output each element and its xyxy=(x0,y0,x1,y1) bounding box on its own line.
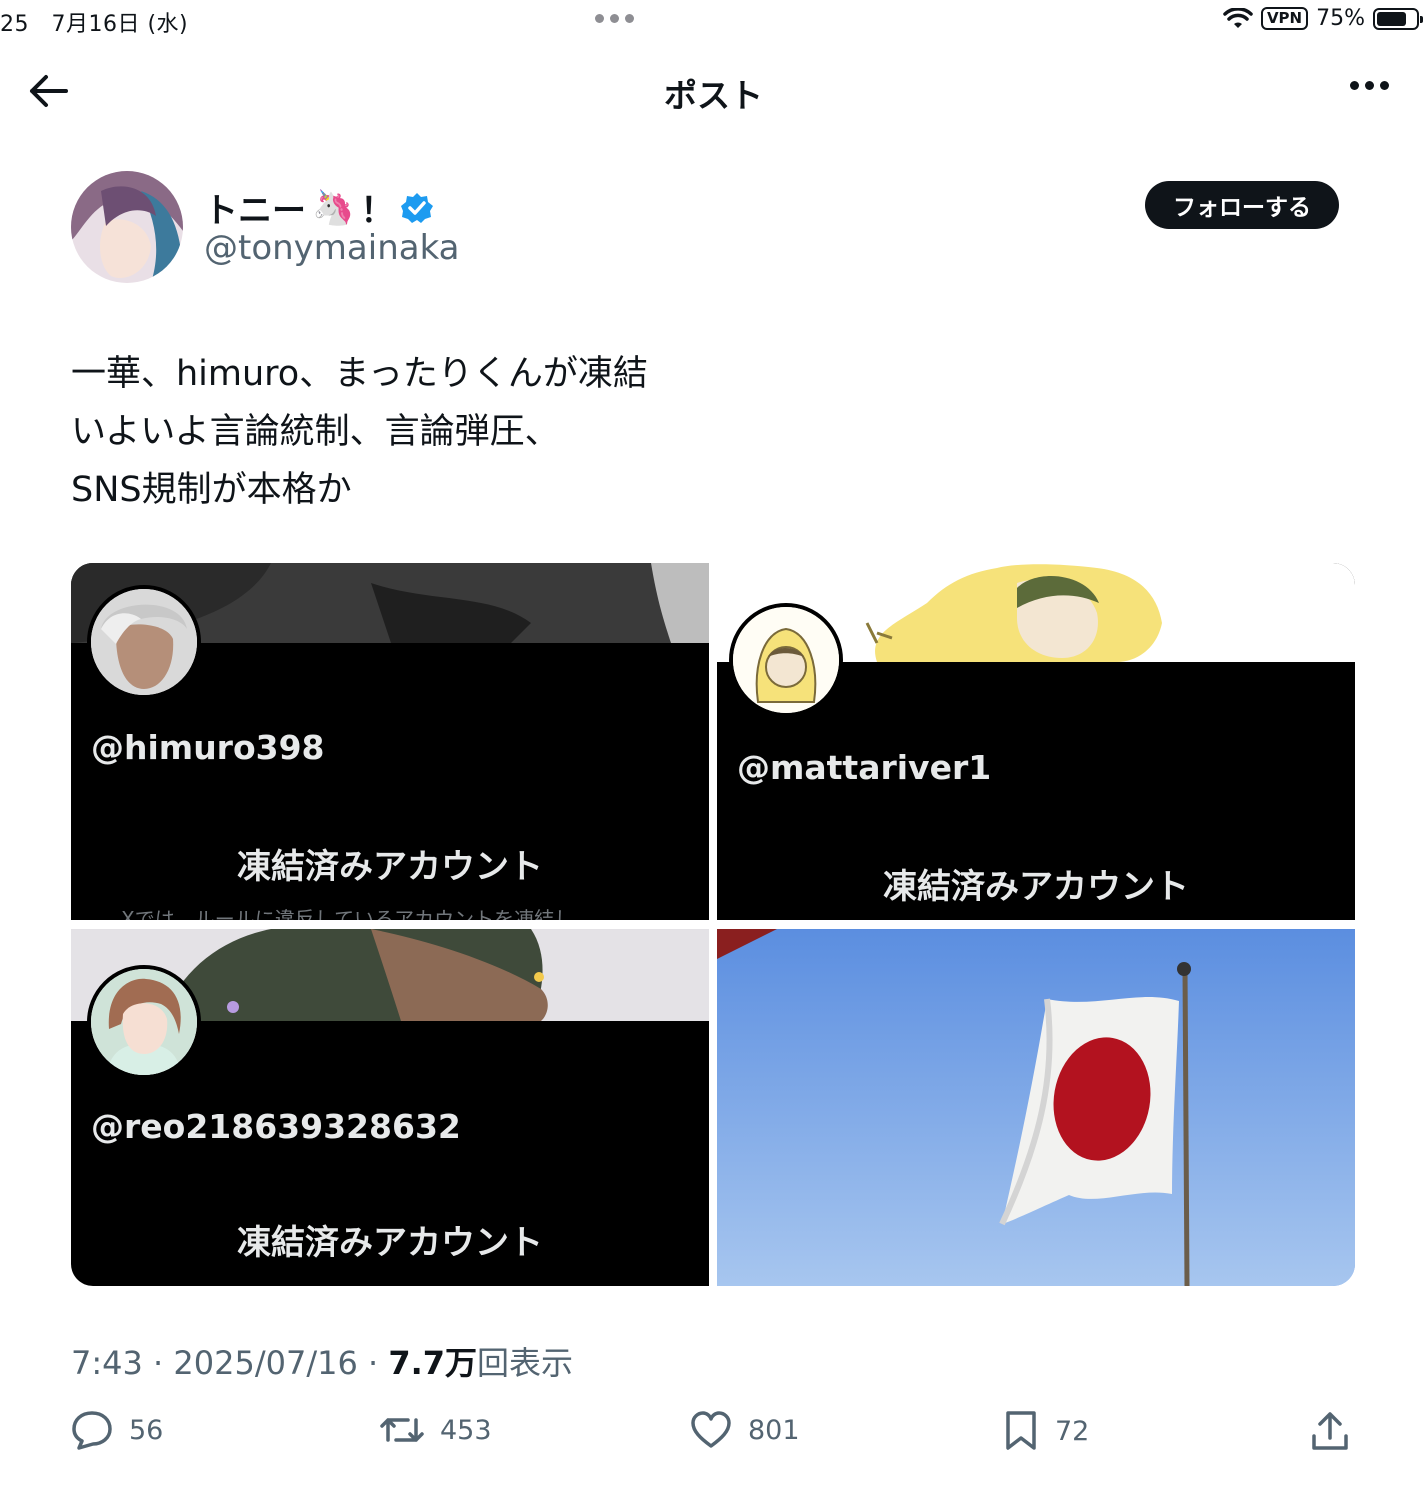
post-text-line: 一華、himuro、まったりくんが凍結 xyxy=(71,354,648,394)
repost-button[interactable]: 453 xyxy=(380,1410,492,1450)
multitasking-dots-icon[interactable] xyxy=(595,14,634,23)
status-time: 25 7月16日 (水) xyxy=(0,12,189,37)
display-name-text: トニー xyxy=(204,191,306,231)
media-grid: @himuro398 凍結済みアカウント Xでは、ルールに違反しているアカウント… xyxy=(71,563,1355,1286)
frozen-subtext: Xでは、ルールに違反しているアカウントを凍結し xyxy=(121,907,575,920)
follow-button[interactable]: フォローする xyxy=(1145,181,1339,229)
verified-badge-icon xyxy=(401,192,434,223)
repost-count: 453 xyxy=(440,1414,492,1446)
page-title: ポスト xyxy=(664,76,763,115)
frozen-handle: @himuro398 xyxy=(91,728,325,767)
repost-icon xyxy=(380,1418,424,1442)
frozen-handle: @mattariver1 xyxy=(737,748,992,787)
post-text-line: いよいよ言論統制、言論弾圧、 xyxy=(71,412,560,452)
action-bar: 56 453 801 72 xyxy=(0,1410,1427,1470)
post-date: 2025/07/16 xyxy=(173,1344,358,1382)
like-count: 801 xyxy=(748,1414,800,1446)
frozen-avatar xyxy=(729,603,843,717)
post-text-line: SNS規制が本格か xyxy=(71,470,352,510)
frozen-avatar xyxy=(87,585,201,699)
author-name[interactable]: トニー 🦄 ！ xyxy=(204,183,434,232)
frozen-label: 凍結済みアカウント xyxy=(237,1223,543,1263)
post-time: 7:43 xyxy=(71,1344,143,1382)
media-image-2[interactable]: @mattariver1 凍結済みアカウント xyxy=(717,563,1355,920)
media-image-3[interactable]: @reo218639328632 凍結済みアカウント xyxy=(71,929,709,1286)
heart-icon xyxy=(691,1411,731,1448)
unicorn-emoji: 🦄 xyxy=(312,187,355,228)
nav-bar: ポスト xyxy=(0,55,1427,125)
wifi-icon xyxy=(1223,7,1253,28)
author-avatar[interactable] xyxy=(71,171,183,283)
share-icon xyxy=(1312,1412,1348,1450)
battery-icon xyxy=(1373,7,1423,30)
author-handle[interactable]: @tonymainaka xyxy=(204,228,460,268)
bookmark-icon xyxy=(1006,1411,1036,1450)
frozen-label: 凍結済みアカウント xyxy=(237,847,543,887)
reply-button[interactable]: 56 xyxy=(71,1410,163,1450)
view-count: 7.7万 xyxy=(388,1344,478,1382)
status-right: VPN 75% xyxy=(1223,6,1423,31)
more-options-button[interactable] xyxy=(1350,81,1389,90)
post-meta: 7:43 · 2025/07/16 · 7.7万回表示 xyxy=(71,1344,574,1382)
share-button[interactable] xyxy=(1310,1410,1350,1452)
reply-icon xyxy=(72,1411,112,1450)
battery-percent: 75% xyxy=(1316,6,1365,31)
frozen-avatar xyxy=(87,965,201,1079)
bookmark-button[interactable]: 72 xyxy=(1003,1410,1089,1452)
frozen-label: 凍結済みアカウント xyxy=(883,867,1189,907)
media-image-4[interactable] xyxy=(717,929,1355,1286)
vpn-badge: VPN xyxy=(1260,7,1309,30)
view-label: 回表示 xyxy=(477,1344,574,1382)
reply-count: 56 xyxy=(129,1414,164,1446)
japan-flag-image xyxy=(717,929,1355,1286)
post-text: 一華、himuro、まったりくんが凍結 いよいよ言論統制、言論弾圧、 SNS規制… xyxy=(71,345,648,519)
status-bar: 25 7月16日 (水) VPN 75% xyxy=(0,0,1427,40)
display-name-suffix: ！ xyxy=(360,191,395,231)
frozen-handle: @reo218639328632 xyxy=(91,1107,461,1146)
like-button[interactable]: 801 xyxy=(690,1410,800,1450)
bookmark-count: 72 xyxy=(1055,1415,1090,1447)
media-image-1[interactable]: @himuro398 凍結済みアカウント Xでは、ルールに違反しているアカウント… xyxy=(71,563,709,920)
